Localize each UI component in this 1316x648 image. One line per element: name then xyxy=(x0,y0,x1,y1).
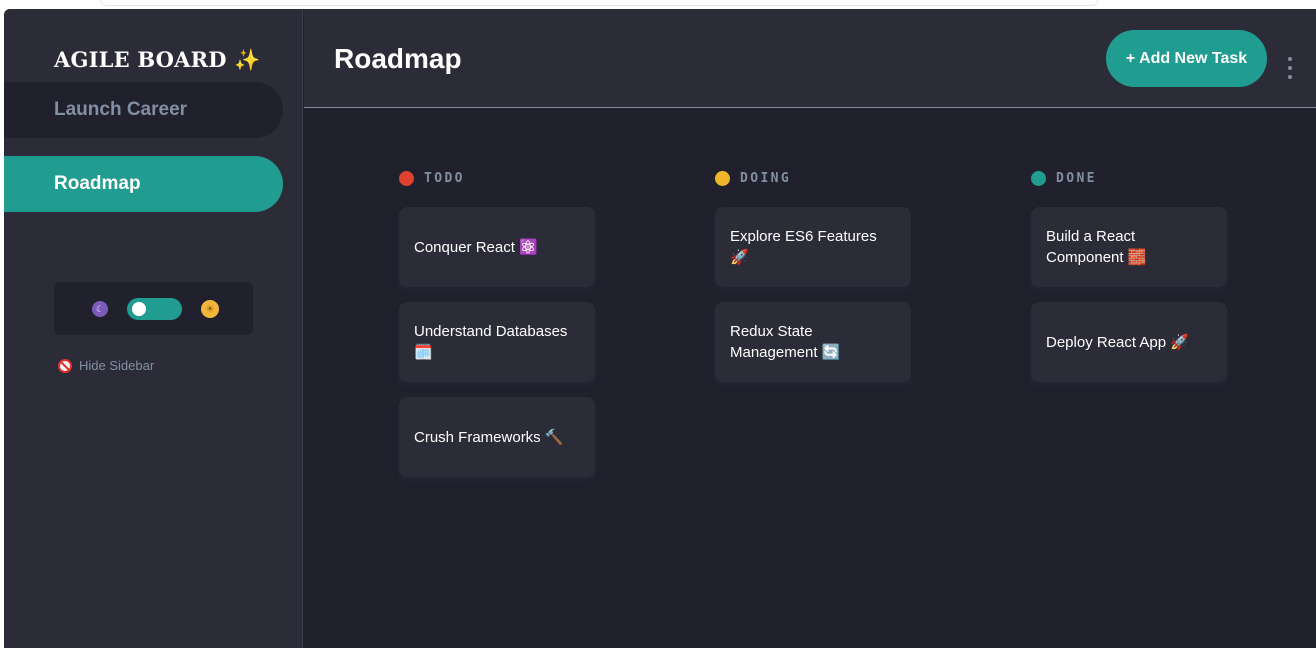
board-header: Roadmap + Add New Task xyxy=(304,9,1316,108)
sun-icon: ☀ xyxy=(201,300,219,318)
task-title: Crush Frameworks 🔨 xyxy=(414,428,564,446)
status-dot-icon xyxy=(715,170,730,186)
sidebar-item-label: Roadmap xyxy=(54,173,141,194)
column-title: TODO xyxy=(424,170,465,186)
column-done: DONE Build a React Component 🧱 Deploy Re… xyxy=(1031,169,1227,397)
sidebar-item-launch-career[interactable]: Launch Career xyxy=(4,82,283,138)
add-new-task-button[interactable]: + Add New Task xyxy=(1106,30,1267,87)
task-card[interactable]: Explore ES6 Features 🚀 xyxy=(715,207,911,287)
task-card[interactable]: Redux State Management 🔄 xyxy=(715,302,911,382)
sidebar: AGILE BOARD ✨ Launch Career Roadmap ☾ ☀ … xyxy=(4,9,303,648)
page-title: Roadmap xyxy=(334,43,462,74)
column-header: DONE xyxy=(1031,169,1227,187)
hide-sidebar-button[interactable]: Hide Sidebar xyxy=(58,358,154,373)
sidebar-item-roadmap[interactable]: Roadmap xyxy=(4,156,283,212)
column-header: DOING xyxy=(715,169,911,187)
task-card[interactable]: Deploy React App 🚀 xyxy=(1031,302,1227,382)
column-title: DONE xyxy=(1056,170,1097,186)
task-title: Build a React Component 🧱 xyxy=(1046,228,1147,266)
task-title: Explore ES6 Features 🚀 xyxy=(730,228,877,266)
more-options-icon[interactable] xyxy=(1285,57,1295,83)
column-doing: DOING Explore ES6 Features 🚀 Redux State… xyxy=(715,169,911,397)
prohibited-icon xyxy=(58,358,72,373)
task-title: Redux State Management 🔄 xyxy=(730,323,841,361)
column-todo: TODO Conquer React ⚛️ Understand Databas… xyxy=(399,169,595,492)
task-title: Conquer React ⚛️ xyxy=(414,238,538,256)
status-dot-icon xyxy=(1031,170,1046,186)
task-card[interactable]: Build a React Component 🧱 xyxy=(1031,207,1227,287)
task-card[interactable]: Crush Frameworks 🔨 xyxy=(399,397,595,477)
browser-top-strip xyxy=(100,0,1098,6)
app-window: AGILE BOARD ✨ Launch Career Roadmap ☾ ☀ … xyxy=(4,9,1316,648)
status-dot-icon xyxy=(399,170,414,186)
task-title: Deploy React App 🚀 xyxy=(1046,333,1189,351)
moon-icon: ☾ xyxy=(92,301,108,317)
sidebar-item-label: Launch Career xyxy=(54,99,188,120)
column-header: TODO xyxy=(399,169,595,187)
hide-sidebar-label: Hide Sidebar xyxy=(79,358,155,373)
theme-toggle[interactable] xyxy=(127,298,182,320)
toggle-knob xyxy=(132,302,146,316)
task-title: Understand Databases 🗓️ xyxy=(414,323,568,361)
column-title: DOING xyxy=(740,170,792,186)
task-card[interactable]: Understand Databases 🗓️ xyxy=(399,302,595,382)
task-card[interactable]: Conquer React ⚛️ xyxy=(399,207,595,287)
theme-switcher: ☾ ☀ xyxy=(54,282,253,335)
app-logo: AGILE BOARD ✨ xyxy=(54,47,261,72)
